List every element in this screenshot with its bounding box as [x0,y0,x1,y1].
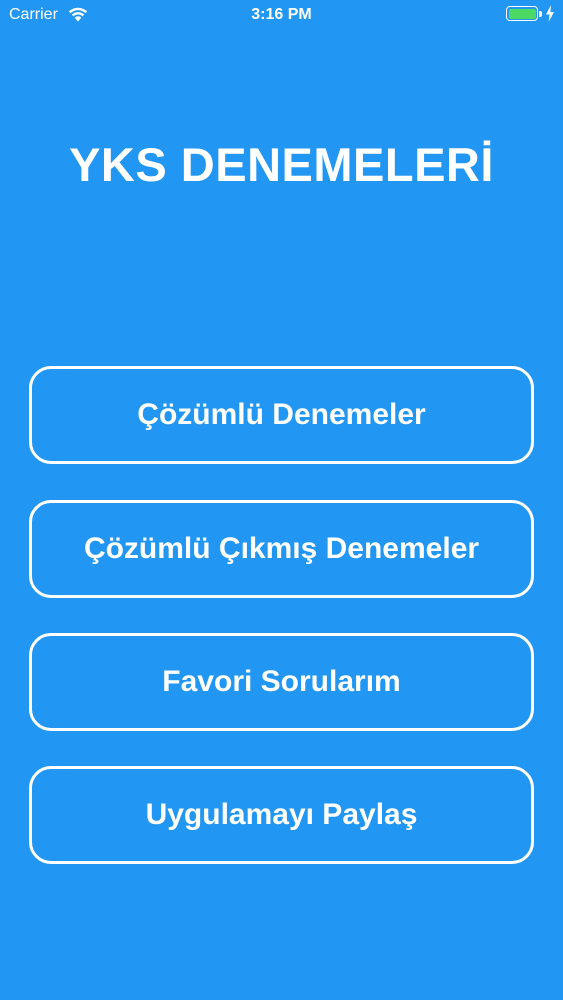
charging-icon [546,5,554,22]
solved-past-exams-button[interactable]: Çözümlü Çıkmış Denemeler [29,500,534,598]
solved-exams-button[interactable]: Çözümlü Denemeler [29,366,534,464]
favorite-questions-button[interactable]: Favori Sorularım [29,633,534,731]
battery-level [508,8,536,19]
status-bar: Carrier 3:16 PM [0,0,563,30]
page-title: YKS DENEMELERİ [69,138,494,191]
battery-tip [539,11,542,17]
battery-icon [506,6,538,21]
share-app-button[interactable]: Uygulamayı Paylaş [29,766,534,864]
status-time: 3:16 PM [251,6,312,23]
